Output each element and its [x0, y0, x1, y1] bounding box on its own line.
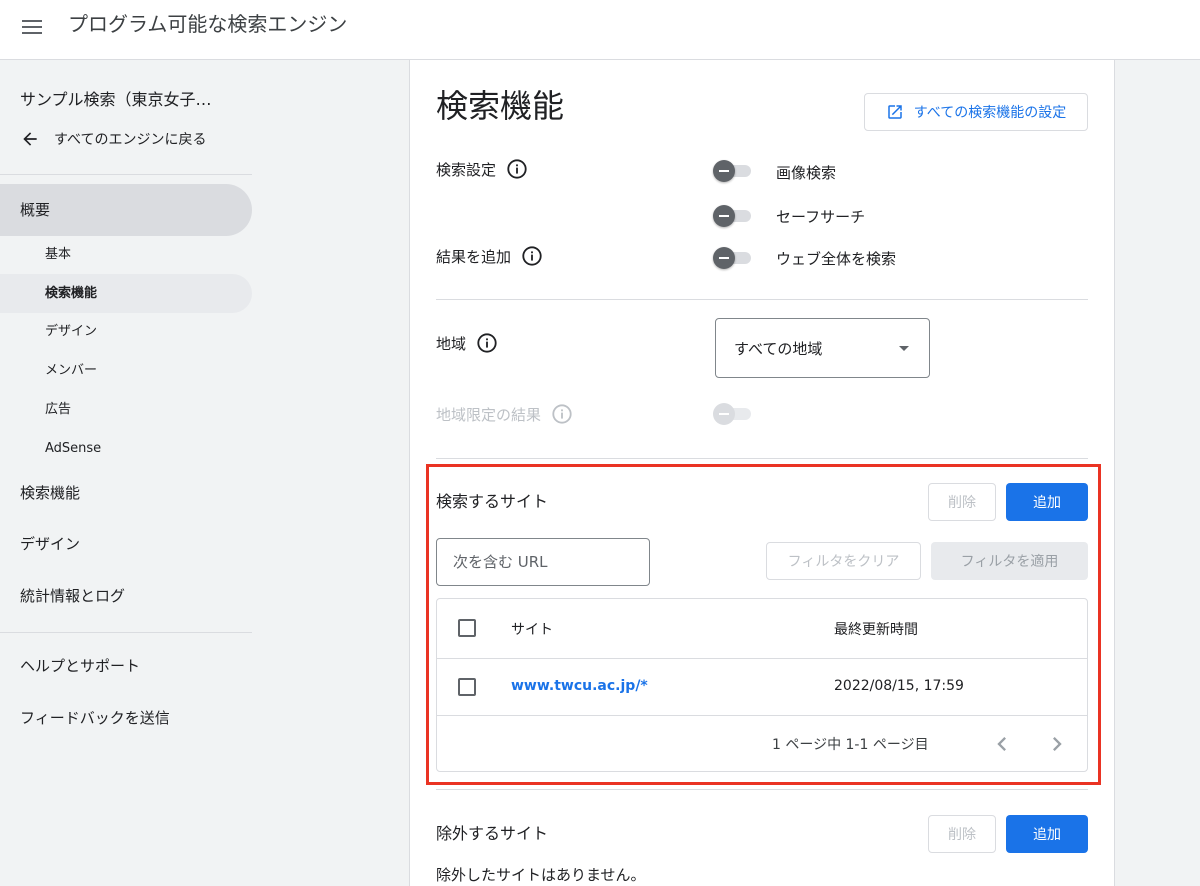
all-search-settings-label: すべての検索機能の設定: [913, 105, 1067, 121]
last-updated-cell: 2022/08/15, 17:59: [834, 678, 964, 694]
sidebar-subitem-members[interactable]: メンバー: [0, 351, 252, 390]
add-excluded-site-button[interactable]: 追加: [1006, 815, 1088, 853]
select-all-checkbox[interactable]: [458, 619, 476, 637]
search-settings-label: 検索設定: [436, 160, 497, 179]
open-in-new-icon: [888, 105, 902, 119]
region-select[interactable]: すべての地域: [715, 318, 930, 378]
safe-search-toggle[interactable]: [713, 205, 753, 227]
table-pagination: 1 ページ中 1-1 ページ目: [437, 716, 1087, 772]
url-filter-input[interactable]: [436, 538, 650, 586]
add-results-label: 結果を追加: [436, 247, 512, 266]
back-label: すべてのエンジンに戻る: [54, 132, 207, 148]
sites-table: サイト 最終更新時間 www.twcu.ac.jp/* 2022/08/15, …: [436, 598, 1088, 772]
region-label: 地域: [436, 334, 467, 353]
add-results-row: 結果を追加: [436, 244, 543, 268]
page-title: 検索機能: [436, 87, 565, 125]
content-background-right: [1115, 60, 1200, 886]
region-row: 地域: [436, 331, 498, 355]
sidebar-subitem-basic[interactable]: 基本: [0, 236, 252, 274]
hamburger-menu-icon[interactable]: [18, 12, 48, 42]
all-search-settings-button[interactable]: すべての検索機能の設定: [864, 93, 1088, 131]
dropdown-caret-icon: [899, 346, 909, 351]
content-background: [252, 60, 409, 886]
delete-site-button[interactable]: 削除: [928, 483, 996, 521]
top-app-bar: プログラム可能な検索エンジン: [0, 0, 1200, 60]
search-entire-web-label: ウェブ全体を検索: [776, 250, 897, 268]
sidebar-item-search-features[interactable]: 検索機能: [0, 468, 252, 518]
table-header-row: サイト 最終更新時間: [437, 599, 1087, 659]
sidebar-subitem-adsense[interactable]: AdSense: [0, 429, 252, 468]
chevron-left-icon[interactable]: [988, 730, 1016, 758]
safe-search-label: セーフサーチ: [776, 208, 866, 226]
sites-to-exclude-title: 除外するサイト: [436, 824, 549, 843]
sidebar-subitem-search-features[interactable]: 検索機能: [0, 274, 252, 313]
delete-excluded-site-button[interactable]: 削除: [928, 815, 996, 853]
sidebar-divider: [0, 174, 252, 175]
column-header-site: サイト: [511, 622, 553, 638]
region-results-label: 地域限定の結果: [436, 405, 542, 424]
region-select-value: すべての地域: [734, 339, 823, 358]
arrow-back-icon: [23, 132, 37, 146]
divider: [436, 458, 1088, 459]
info-icon: [552, 404, 572, 424]
image-search-label: 画像検索: [776, 164, 837, 182]
pagination-text: 1 ページ中 1-1 ページ目: [772, 737, 929, 753]
sidebar-item-design[interactable]: デザイン: [0, 519, 252, 569]
apply-filter-button[interactable]: フィルタを適用: [931, 542, 1088, 580]
info-icon[interactable]: [521, 245, 543, 267]
divider: [436, 789, 1088, 790]
chevron-right-icon[interactable]: [1043, 730, 1071, 758]
image-search-toggle[interactable]: [713, 160, 753, 182]
search-entire-web-toggle[interactable]: [713, 247, 753, 269]
sites-to-search-title: 検索するサイト: [436, 492, 549, 511]
sidebar-item-feedback[interactable]: フィードバックを送信: [0, 692, 252, 744]
sidebar-item-stats-logs[interactable]: 統計情報とログ: [0, 570, 252, 622]
no-excluded-sites-text: 除外したサイトはありません。: [436, 866, 646, 884]
table-row: www.twcu.ac.jp/* 2022/08/15, 17:59: [437, 659, 1087, 716]
sidebar-item-overview[interactable]: 概要: [0, 184, 252, 236]
divider: [436, 299, 1088, 300]
region-results-row: 地域限定の結果: [436, 402, 573, 426]
row-checkbox[interactable]: [458, 678, 476, 696]
region-results-toggle: [713, 403, 753, 425]
app-title: プログラム可能な検索エンジン: [68, 12, 348, 36]
column-header-last-updated: 最終更新時間: [834, 622, 918, 638]
back-to-all-engines-link[interactable]: すべてのエンジンに戻る: [20, 126, 206, 152]
engine-name: サンプル検索（東京女子…: [20, 90, 212, 109]
search-settings-row: 検索設定: [436, 157, 528, 181]
sidebar-subitem-design[interactable]: デザイン: [0, 313, 252, 351]
sidebar-divider: [0, 632, 252, 633]
site-link[interactable]: www.twcu.ac.jp/*: [511, 678, 648, 694]
info-icon[interactable]: [476, 332, 498, 354]
sidebar-item-help[interactable]: ヘルプとサポート: [0, 640, 252, 692]
add-site-button[interactable]: 追加: [1006, 483, 1088, 521]
clear-filter-button[interactable]: フィルタをクリア: [766, 542, 921, 580]
sidebar-subitem-ads[interactable]: 広告: [0, 390, 252, 429]
sidebar: サンプル検索（東京女子… すべてのエンジンに戻る 概要 基本 検索機能 デザイン…: [0, 60, 252, 886]
info-icon[interactable]: [506, 158, 528, 180]
